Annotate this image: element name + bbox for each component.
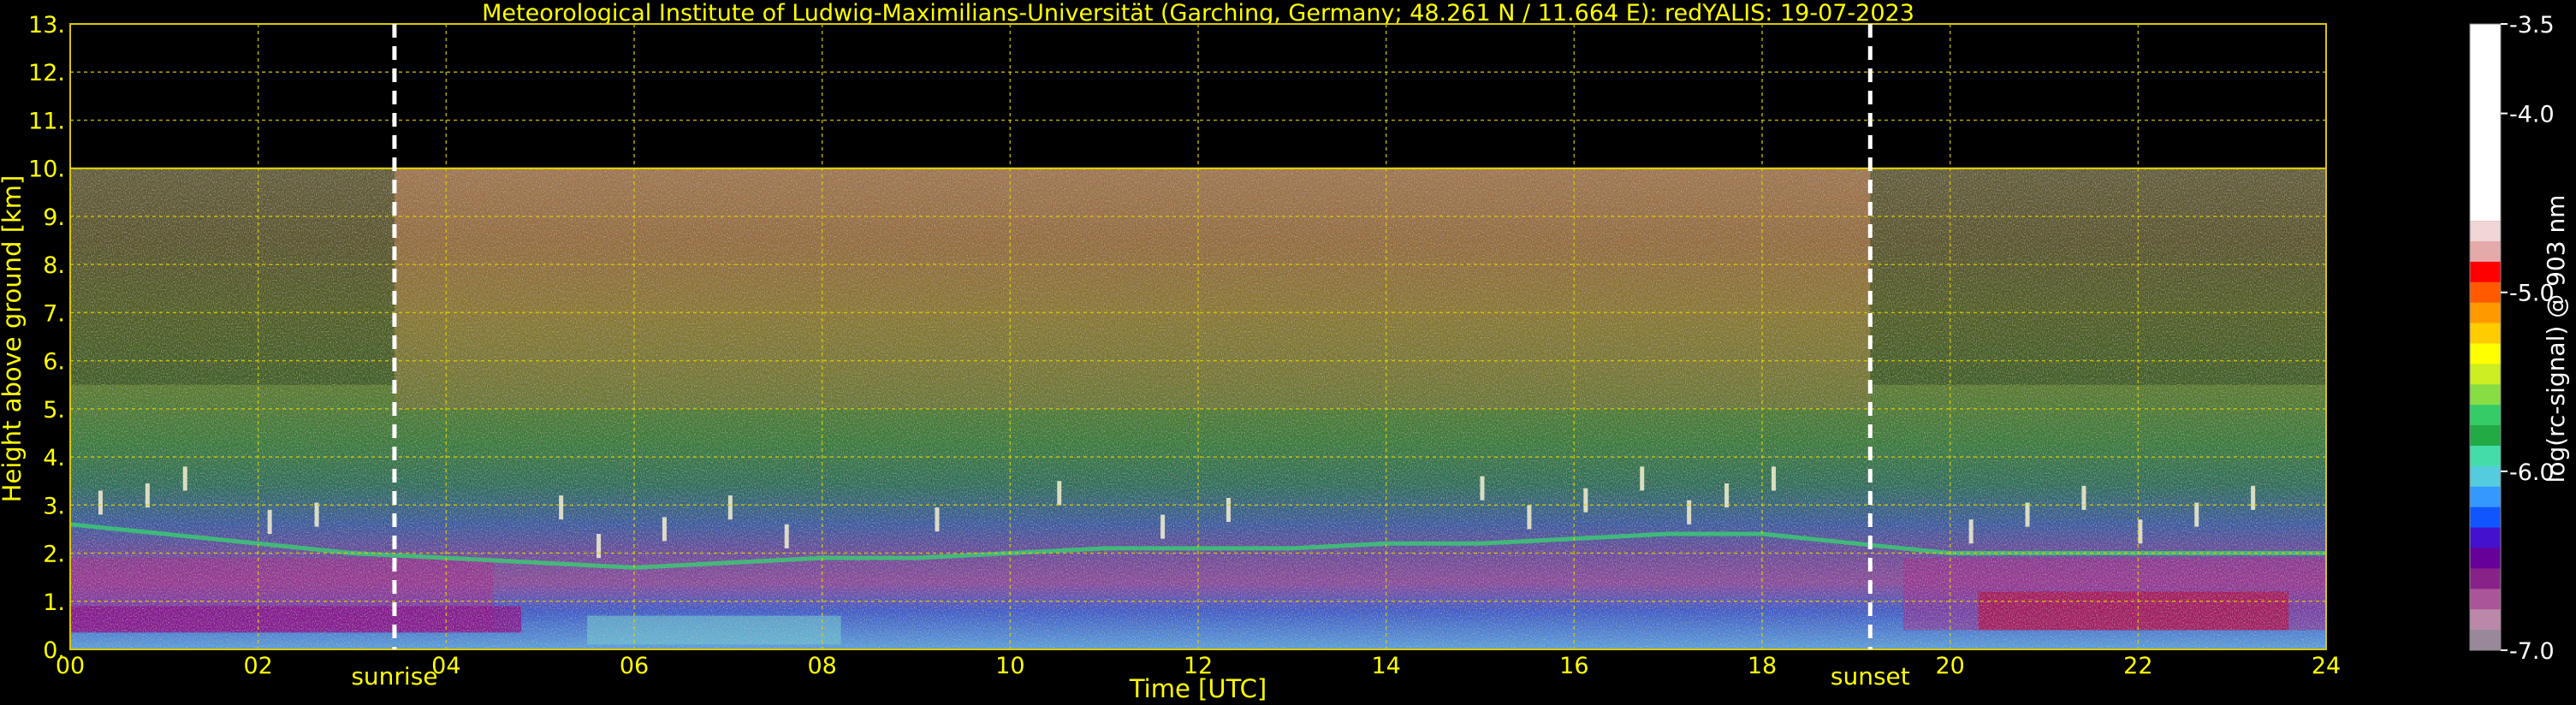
cloud-patch: [1160, 514, 1166, 539]
y-tick-label: 9.: [43, 204, 65, 231]
colorbar-segment: [2470, 465, 2501, 488]
cloud-patch: [1640, 466, 1645, 491]
y-tick-label: 6.: [43, 349, 65, 376]
cloud-patch: [1057, 481, 1062, 506]
y-tick-label: 8.: [43, 252, 65, 279]
cloud-patch: [2251, 485, 2256, 510]
y-axis-label: Height above ground [km]: [0, 175, 27, 503]
cloud-patch: [182, 466, 187, 491]
y-tick-label: 2.: [43, 542, 65, 568]
colorbar-label: log(rc-signal) @ 903 nm: [2542, 195, 2570, 483]
y-tick-labels: 0. 1. 2. 3. 4. 5. 6. 7. 8. 9. 10. 11. 12. 13.: [28, 12, 65, 664]
colorbar-segment: [2470, 384, 2501, 406]
x-tick-label: 20: [1935, 653, 1964, 679]
colorbar-segment: [2470, 445, 2501, 467]
y-tick-label: 10.: [28, 157, 65, 183]
colorbar-tick-label: -7.0: [2509, 638, 2555, 665]
y-tick-label: 7.: [43, 300, 65, 327]
y-tick-label: 0.: [43, 637, 65, 664]
colorbar-segment: [2470, 630, 2501, 651]
x-tick-label: 16: [1559, 653, 1588, 679]
colorbar-segment: [2470, 281, 2501, 304]
colorbar-segment: [2470, 609, 2501, 631]
colorbar-segment: [2470, 507, 2501, 529]
cloud-patch: [145, 483, 150, 508]
lidar-chart: Meteorological Institute of Ludwig-Maxim…: [0, 0, 2570, 703]
cloud-patch: [559, 495, 564, 520]
cloud-patch: [267, 509, 272, 535]
x-tick-label: 08: [807, 653, 836, 679]
cloud-patch: [2025, 502, 2030, 527]
x-tick-label: 10: [995, 653, 1024, 679]
y-tick-label: 12.: [28, 60, 65, 86]
cloud-patch: [784, 524, 789, 548]
colorbar-segment: [2470, 323, 2501, 344]
x-tick-label: 14: [1371, 653, 1400, 679]
event-label: sunrise: [351, 662, 437, 690]
colorbar-segment: [2470, 343, 2501, 364]
cloud-patch: [1724, 483, 1730, 508]
colorbar-segment: [2470, 568, 2501, 589]
cloud-patch: [1968, 519, 1974, 544]
x-tick-label: 22: [2123, 653, 2152, 679]
y-tick-label: 11.: [28, 108, 65, 134]
colorbar-segment: [2470, 527, 2501, 548]
colorbar-segment: [2470, 24, 2501, 222]
colorbar-segment: [2470, 302, 2501, 324]
x-tick-label: 12: [1184, 653, 1213, 679]
y-tick-label: 4.: [43, 445, 65, 471]
x-tick-label: 06: [620, 653, 649, 679]
cloud-patch: [597, 534, 602, 559]
y-tick-label: 13.: [28, 12, 65, 39]
colorbar-segment: [2470, 548, 2501, 569]
colorbar-segment: [2470, 261, 2501, 283]
colorbar-segment: [2470, 486, 2501, 508]
cloud-patch: [2081, 485, 2086, 510]
cloud-patch: [727, 495, 733, 520]
y-tick-label: 3.: [43, 493, 65, 519]
cloud-patch: [2194, 502, 2199, 527]
y-tick-label: 1.: [43, 589, 65, 616]
cloud-patch: [662, 517, 667, 542]
cloud-patch: [1687, 500, 1692, 524]
colorbar-tick-label: -3.5: [2509, 12, 2555, 39]
colorbar-tick-label: -4.0: [2509, 102, 2555, 128]
y-tick-label: 5.: [43, 397, 65, 424]
cloud-patch: [935, 507, 940, 532]
cloud-patch: [1771, 466, 1776, 491]
x-tick-label: 24: [2312, 653, 2341, 679]
colorbar-segment: [2470, 364, 2501, 385]
colorbar-segment: [2470, 589, 2501, 610]
plot-area: [69, 23, 2327, 650]
colorbar-segment: [2470, 405, 2501, 426]
cloud-patch: [1480, 476, 1485, 501]
cloud-patch: [314, 502, 319, 527]
x-tick-label: 18: [1748, 653, 1777, 679]
cloud-patch: [1527, 505, 1532, 530]
chart-title: Meteorological Institute of Ludwig-Maxim…: [482, 0, 1914, 27]
colorbar-segment: [2470, 425, 2501, 447]
cloud-patch: [1226, 497, 1231, 522]
colorbar-segment: [2470, 221, 2501, 242]
colorbar-segment: [2470, 240, 2501, 263]
x-tick-label: 02: [243, 653, 272, 679]
cloud-patch: [98, 490, 103, 515]
event-label: sunset: [1831, 662, 1910, 690]
cloud-patch: [1583, 488, 1588, 512]
